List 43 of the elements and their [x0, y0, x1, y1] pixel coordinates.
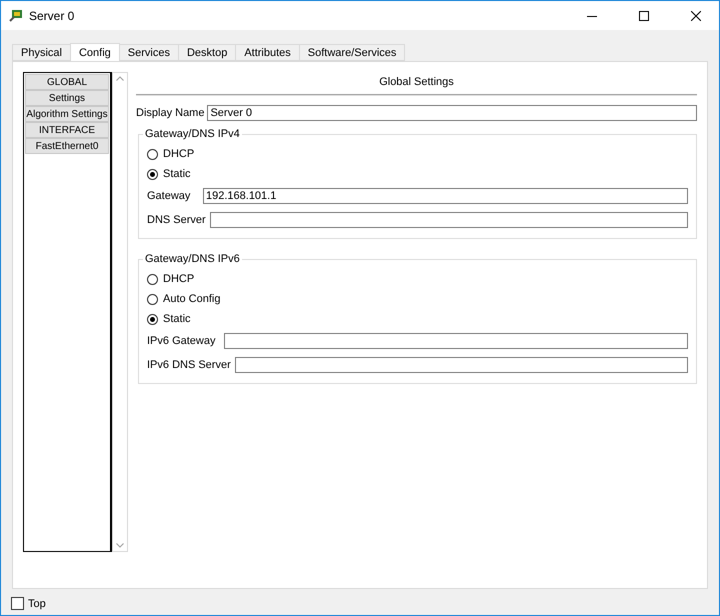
- tab[interactable]: Services: [118, 44, 179, 61]
- tab[interactable]: Config: [70, 43, 120, 61]
- input-field[interactable]: [224, 333, 688, 349]
- field-label: IPv6 DNS Server: [147, 359, 231, 371]
- radio-button[interactable]: [147, 148, 158, 160]
- group-title: Gateway/DNS IPv6: [144, 253, 241, 265]
- tab[interactable]: Attributes: [235, 44, 300, 61]
- window-title: Server 0: [29, 8, 76, 22]
- checkbox[interactable]: [11, 597, 24, 610]
- display-name-field[interactable]: Server 0: [207, 105, 697, 121]
- sidebar-item[interactable]: GLOBAL: [25, 74, 109, 90]
- close-icon: [691, 10, 701, 20]
- option-label: DHCP: [163, 148, 194, 160]
- option-label: Static: [163, 313, 191, 325]
- field-label: Gateway: [147, 190, 192, 202]
- sidebar-item[interactable]: Algorithm Settings: [25, 106, 109, 122]
- tab[interactable]: Desktop: [178, 44, 236, 61]
- server-app-icon: [9, 8, 23, 22]
- radio-button[interactable]: [147, 168, 158, 180]
- scroll-up-icon[interactable]: [116, 76, 124, 81]
- field-label: IPv6 Gateway: [147, 335, 216, 347]
- radio-button[interactable]: [147, 314, 158, 324]
- tab[interactable]: Physical: [12, 44, 71, 61]
- option-label: Static: [163, 168, 191, 180]
- sidebar-item[interactable]: INTERFACE: [25, 122, 109, 138]
- radio-button[interactable]: [147, 274, 158, 284]
- input-field[interactable]: [210, 212, 688, 228]
- option-label: Auto Config: [163, 293, 220, 305]
- maximize-icon: [639, 10, 649, 20]
- field-label: Display Name: [136, 107, 204, 119]
- scroll-down-icon[interactable]: [116, 543, 124, 548]
- tab[interactable]: Software/Services: [298, 44, 406, 61]
- sidebar-item[interactable]: Settings: [25, 90, 109, 106]
- sidebar-item[interactable]: FastEthernet0: [25, 138, 109, 154]
- group-title: Gateway/DNS IPv4: [144, 128, 241, 140]
- radio-button[interactable]: [147, 294, 158, 304]
- section-title: Global Settings: [378, 76, 455, 90]
- input-field[interactable]: 192.168.101.1: [203, 188, 688, 204]
- option-label: DHCP: [163, 273, 194, 285]
- input-field[interactable]: [234, 357, 688, 373]
- checkbox-label: Top: [28, 598, 46, 610]
- field-label: DNS Server: [147, 214, 206, 226]
- scrollbar[interactable]: [112, 72, 128, 552]
